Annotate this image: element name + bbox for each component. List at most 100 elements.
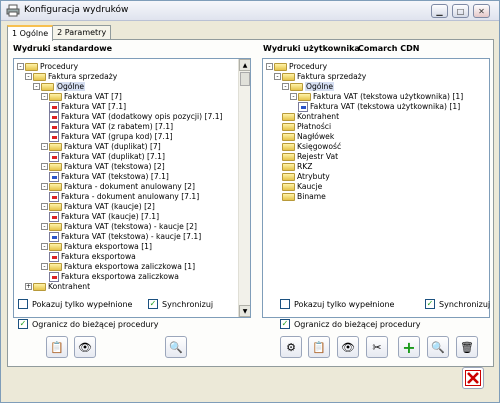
minimize-button[interactable]: ▁ (431, 4, 448, 18)
close-dialog-button[interactable] (462, 367, 484, 389)
collapse-icon[interactable]: - (274, 73, 281, 80)
magnifier-icon: 🔍 (169, 340, 183, 354)
scroll-up-button[interactable]: ▲ (239, 59, 250, 71)
tree-node-label: Kaucje (297, 182, 323, 191)
folder-icon (49, 262, 62, 271)
tree-node-label: Rejestr Vat (297, 152, 339, 161)
right-sync-checkbox[interactable]: ✓ Synchronizuj (425, 299, 490, 309)
hammer-icon: ✂ (372, 340, 382, 354)
collapse-icon[interactable]: - (41, 143, 48, 150)
user-prints-tree[interactable]: - Procedury - Faktura sprzedaży - Ogólne - Fakt… (263, 59, 489, 317)
folder-icon (49, 182, 62, 191)
checkbox-label: Ogranicz do bieżącej procedury (294, 319, 421, 329)
folder-icon (49, 242, 62, 251)
binoculars-icon: 👁 (78, 340, 92, 354)
document-icon (49, 151, 59, 162)
standard-prints-tree[interactable]: - Procedury - Faktura sprzedaży - Ogólne - Fakt… (14, 59, 238, 317)
folder-icon (282, 152, 295, 161)
right-only-filled-checkbox[interactable]: Pokazuj tylko wypełnione (280, 299, 394, 309)
tree-node-label: Faktura VAT [7.1] (61, 102, 127, 111)
document-icon (49, 101, 59, 112)
delete-button[interactable]: 🗑 (456, 336, 478, 358)
checkbox-box[interactable] (18, 299, 28, 309)
user-prints-header: Wydruki użytkownika (263, 44, 360, 53)
tree-node-label: Faktura VAT [7] (64, 92, 122, 101)
collapse-icon[interactable]: - (41, 263, 48, 270)
standard-prints-tree-box: - Procedury - Faktura sprzedaży - Ogólne - Fakt… (13, 58, 251, 318)
expand-icon[interactable]: + (25, 283, 32, 290)
preview-button[interactable]: 👁 (74, 336, 96, 358)
maximize-button[interactable]: □ (452, 4, 469, 18)
scroll-down-button[interactable]: ▼ (239, 305, 250, 317)
collapse-icon[interactable]: - (25, 73, 32, 80)
checkbox-box[interactable] (280, 299, 290, 309)
tree-node-label: Ogólne (56, 82, 86, 91)
collapse-icon[interactable]: - (41, 93, 48, 100)
collapse-icon[interactable]: - (290, 93, 297, 100)
tree-node-label: Nagłówek (297, 132, 335, 141)
collapse-icon[interactable]: - (41, 183, 48, 190)
tree-node[interactable]: + Kontrahent (25, 281, 90, 292)
tab-parameters[interactable]: 2 Parametry (52, 25, 112, 40)
search-button[interactable]: 🔍 (165, 336, 187, 358)
tree-node-label: Faktura VAT (tekstowa użytkownika) [1] (310, 102, 461, 111)
copy-user-print-button[interactable]: 📋 (308, 336, 330, 358)
printer-icon (6, 4, 20, 17)
trash-icon: 🗑 (460, 340, 474, 354)
tree-node[interactable]: Biname (282, 191, 326, 202)
tree-node-label: Faktura VAT (kaucje) [2] (64, 202, 155, 211)
add-button[interactable]: + (398, 336, 420, 358)
checkbox-label: Pokazuj tylko wypełnione (32, 299, 133, 309)
tree-node-label: Księgowość (297, 142, 342, 151)
tree-node-label: Faktura VAT (duplikat) [7] (64, 142, 161, 151)
left-only-filled-checkbox[interactable]: Pokazuj tylko wypełnione (18, 299, 132, 309)
collapse-icon[interactable]: - (17, 63, 24, 70)
tree-node-label: Faktura eksportowa zaliczkowa [1] (64, 262, 196, 271)
document-icon (49, 251, 59, 262)
document-icon (49, 111, 59, 122)
window-title: Konfiguracja wydruków (24, 5, 129, 15)
checkbox-box[interactable]: ✓ (148, 299, 158, 309)
tree-node-label: Faktura VAT (grupa kod) [7.1] (61, 132, 173, 141)
document-icon (49, 211, 59, 222)
checkbox-box[interactable]: ✓ (18, 319, 28, 329)
folder-icon (282, 172, 295, 181)
preview-user-button[interactable]: 👁 (337, 336, 359, 358)
tree-node-label: Faktura - dokument anulowany [2] (64, 182, 195, 191)
collapse-icon[interactable]: - (33, 83, 40, 90)
collapse-icon[interactable]: - (41, 203, 48, 210)
collapse-icon[interactable]: - (266, 63, 273, 70)
copy-icon: 📋 (312, 340, 326, 354)
copy-print-button[interactable]: 📋 (46, 336, 68, 358)
collapse-icon[interactable]: - (41, 163, 48, 170)
checkbox-box[interactable]: ✓ (280, 319, 290, 329)
tab-general[interactable]: 1 Ogólne (7, 25, 54, 41)
tree-node-label: Faktura VAT (z rabatem) [7.1] (61, 122, 174, 131)
folder-icon (33, 282, 46, 291)
tree-node-label: Faktura VAT (tekstowa) [7.1] (61, 172, 169, 181)
left-scrollbar[interactable]: ▲ ▼ (238, 59, 250, 317)
tree-node-label: Faktura eksportowa (61, 252, 136, 261)
left-sync-checkbox[interactable]: ✓ Synchronizuj (148, 299, 213, 309)
collapse-icon[interactable]: - (41, 243, 48, 250)
folder-icon (282, 162, 295, 171)
document-icon (49, 271, 59, 282)
import-button[interactable]: ⚙ (280, 336, 302, 358)
tree-node-label: Biname (297, 192, 326, 201)
left-limit-checkbox[interactable]: ✓ Ogranicz do bieżącej procedury (18, 319, 159, 329)
close-window-button[interactable]: ✕ (473, 4, 490, 18)
right-limit-checkbox[interactable]: ✓ Ogranicz do bieżącej procedury (280, 319, 421, 329)
collapse-icon[interactable]: - (41, 223, 48, 230)
print-config-window: Konfiguracja wydruków ▁ □ ✕ 1 Ogólne 2 P… (0, 0, 500, 403)
tree-node-label: Faktura VAT (tekstowa) - kaucje [2] (64, 222, 197, 231)
folder-icon (298, 92, 311, 101)
collapse-icon[interactable]: - (282, 83, 289, 90)
search-user-button[interactable]: 🔍 (427, 336, 449, 358)
standard-prints-header: Wydruki standardowe (13, 44, 113, 53)
checkbox-box[interactable]: ✓ (425, 299, 435, 309)
scroll-thumb[interactable] (240, 72, 250, 86)
tree-node-label: Kontrahent (48, 282, 91, 291)
tools-button[interactable]: ✂ (366, 336, 388, 358)
tree-node-label: RKZ (297, 162, 313, 171)
title-bar: Konfiguracja wydruków ▁ □ ✕ (1, 1, 499, 21)
